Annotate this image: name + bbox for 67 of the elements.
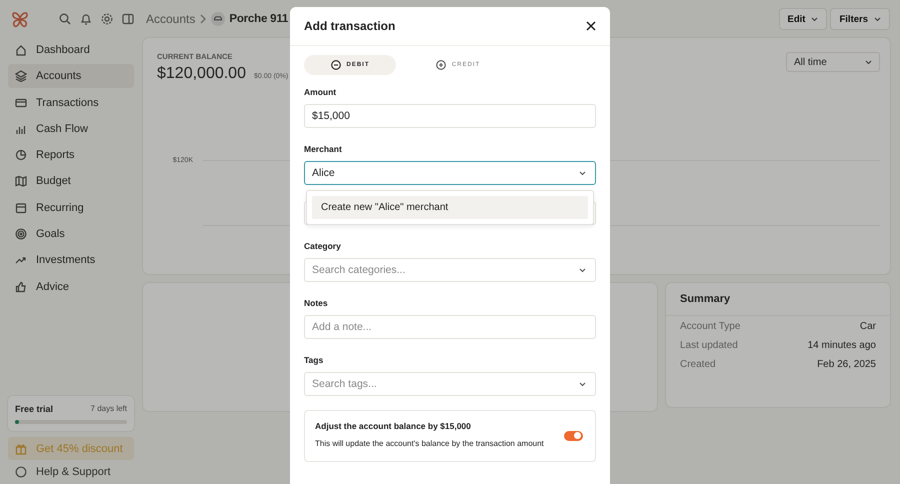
select-input[interactable]: Search categories... xyxy=(304,258,596,282)
butterfly-logo-icon xyxy=(11,10,29,28)
summary-label: Account Type xyxy=(680,321,740,332)
sidebar-toggle-icon[interactable] xyxy=(122,13,134,25)
help-link[interactable]: Help & Support xyxy=(8,464,134,480)
map-icon xyxy=(15,175,27,188)
sidebar-item[interactable]: Investments xyxy=(8,248,134,272)
pie-icon xyxy=(15,149,27,162)
summary-value: 14 minutes ago xyxy=(808,340,876,351)
select-input[interactable]: Alice xyxy=(304,161,596,185)
breadcrumb-link[interactable]: Accounts xyxy=(146,12,196,26)
summary-label: Last updated xyxy=(680,340,738,351)
text-input[interactable]: $15,000 xyxy=(304,104,596,128)
menu-option[interactable]: Create new "Alice" merchant xyxy=(312,196,588,219)
thumb-icon xyxy=(15,280,27,293)
field-label: Tags xyxy=(304,355,324,365)
sidebar-item[interactable]: Accounts xyxy=(8,64,134,88)
plus-circle-icon xyxy=(436,60,446,70)
toggle-switch[interactable] xyxy=(564,430,583,441)
sidebar-item[interactable]: Advice xyxy=(8,274,134,299)
sidebar-item[interactable]: Recurring xyxy=(8,196,134,220)
summary-value: Feb 26, 2025 xyxy=(817,359,876,370)
chevron-right-icon xyxy=(199,14,208,24)
settings-icon[interactable] xyxy=(101,13,113,25)
trial-title: Free trial xyxy=(15,404,54,414)
chevron-down-icon xyxy=(579,382,586,387)
sidebar-item[interactable]: Cash Flow xyxy=(8,116,134,141)
field-label: Category xyxy=(304,241,342,251)
car-icon xyxy=(211,12,226,26)
days-left: 7 days left xyxy=(90,404,127,414)
home-icon xyxy=(15,44,27,56)
period-select[interactable]: All time xyxy=(786,52,880,72)
calendar-icon xyxy=(15,202,27,214)
chevron-down-icon xyxy=(579,268,586,273)
sidebar-item[interactable]: Reports xyxy=(8,143,134,168)
sidebar-item[interactable]: Budget xyxy=(8,169,134,194)
dialog-title: Add transaction xyxy=(304,19,396,33)
search-icon[interactable] xyxy=(59,13,71,25)
target-icon xyxy=(15,228,27,240)
card-icon xyxy=(15,96,27,109)
minus-circle-icon xyxy=(330,60,340,70)
header-dropdown-button[interactable]: Edit xyxy=(778,8,828,30)
sidebar-item[interactable]: Dashboard xyxy=(8,38,134,62)
adjust-title: Adjust the account balance by $15,000 xyxy=(315,421,472,431)
header-dropdown-button[interactable]: Filters xyxy=(830,8,890,30)
summary-title: Summary xyxy=(666,283,890,316)
sidebar-item[interactable]: Transactions xyxy=(8,90,134,115)
layers-icon xyxy=(15,70,27,82)
chevron-down-icon xyxy=(874,16,881,22)
chevron-down-icon xyxy=(865,60,872,64)
adjust-description: This will update the account's balance by the transaction amount xyxy=(315,438,544,450)
help-icon xyxy=(15,466,27,478)
select-input[interactable]: Search tags... xyxy=(304,372,596,396)
summary-value: Car xyxy=(860,321,876,332)
gift-icon xyxy=(15,442,27,454)
field-label: Amount xyxy=(304,87,338,97)
text-input[interactable]: Add a note... xyxy=(304,315,596,339)
chevron-down-icon xyxy=(811,16,818,22)
field-label: Notes xyxy=(304,298,329,308)
close-icon[interactable] xyxy=(586,21,596,31)
sidebar-item[interactable]: Goals xyxy=(8,222,134,246)
summary-label: Created xyxy=(680,359,716,370)
account-title: Porche 911 xyxy=(229,13,288,25)
field-label: Merchant xyxy=(304,144,343,154)
chevron-down-icon xyxy=(579,171,586,176)
balance-amount: $120,000.00 xyxy=(157,65,246,83)
bell-icon[interactable] xyxy=(80,13,92,25)
